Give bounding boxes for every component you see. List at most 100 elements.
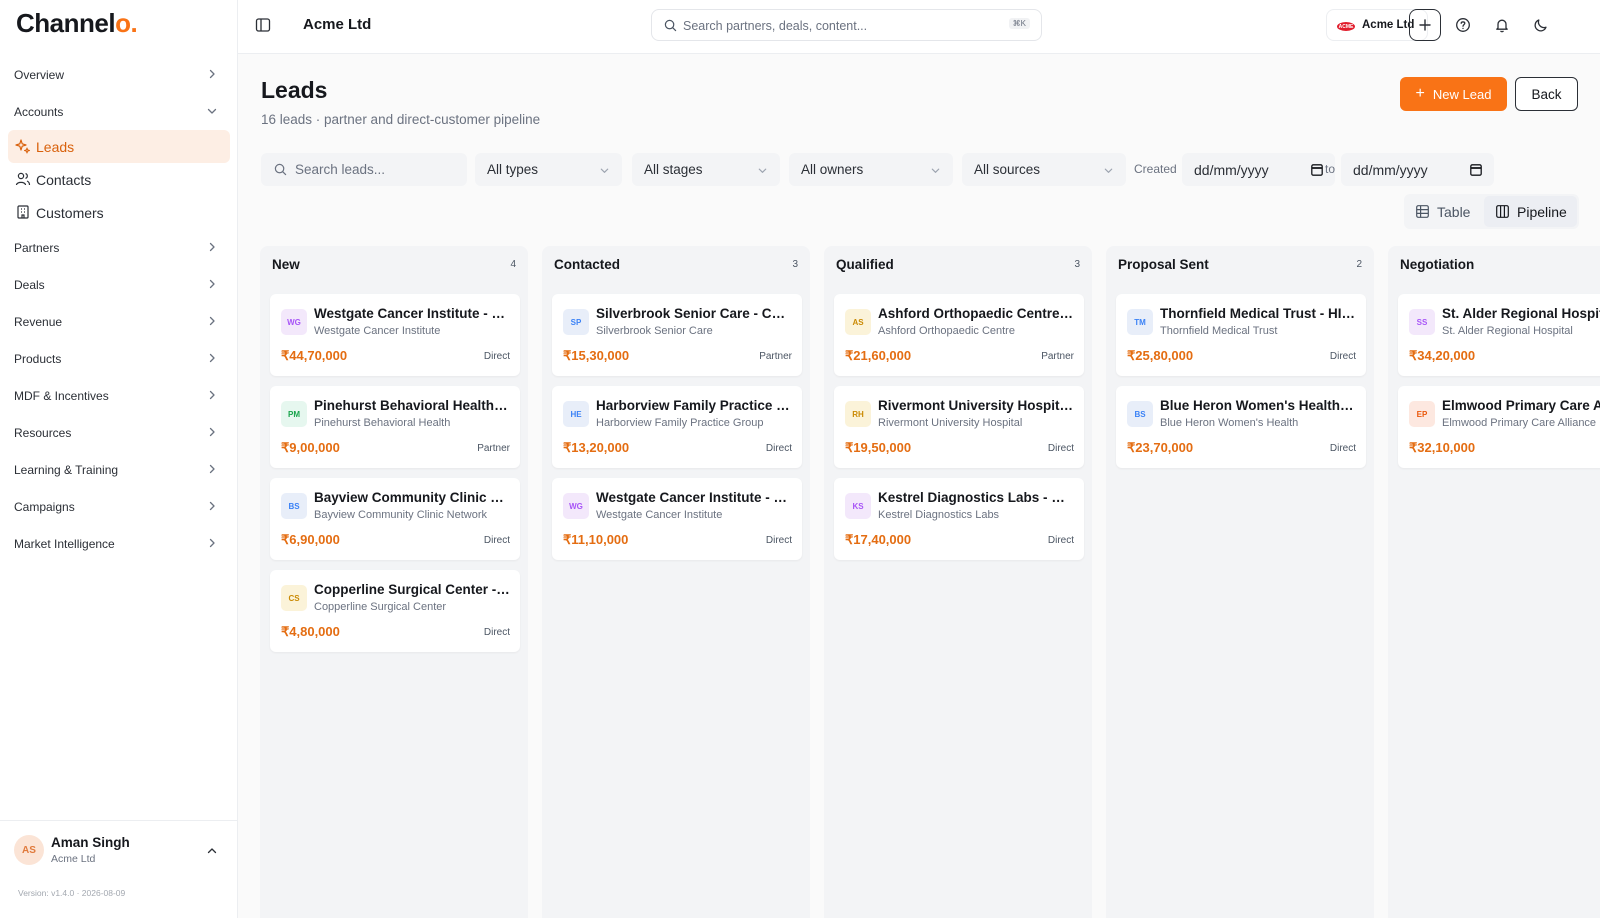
- lead-card[interactable]: SP Silverbrook Senior Care - Care Managem…: [552, 294, 802, 376]
- version-label: Version: v1.4.0 · 2026-08-09: [18, 888, 126, 898]
- lead-card[interactable]: AS Ashford Orthopaedic Centre - Imaging As…: [834, 294, 1084, 376]
- lead-avatar: PM: [281, 401, 307, 427]
- lead-avatar: CS: [281, 585, 307, 611]
- sidebar-item-deals[interactable]: Deals: [0, 266, 238, 303]
- leads-search[interactable]: [261, 153, 467, 186]
- avatar: AS: [14, 835, 44, 865]
- lead-title: Rivermont University Hospital - Analytic…: [878, 398, 1074, 413]
- pipeline-view-button[interactable]: Pipeline: [1484, 196, 1577, 227]
- created-label: Created: [1134, 162, 1177, 176]
- lead-title: Westgate Cancer Institute - Telehealth P…: [314, 306, 510, 321]
- column-count: 3: [1074, 259, 1080, 270]
- lead-card[interactable]: EP Elmwood Primary Care Alliance - Portal…: [1398, 386, 1600, 468]
- column-title: Proposal Sent: [1118, 257, 1209, 272]
- table-view-label: Table: [1437, 203, 1471, 220]
- lead-card[interactable]: SS St. Alder Regional Hospital - EHR Upgr…: [1398, 294, 1600, 376]
- sidebar-item-label: Learning & Training: [14, 462, 119, 477]
- sidebar-item-customers[interactable]: Customers: [8, 196, 230, 229]
- user-menu[interactable]: AS Aman Singh Acme Ltd: [0, 820, 238, 880]
- global-search[interactable]: ⌘K: [651, 9, 1042, 41]
- created-from-date[interactable]: dd/mm/yyyy: [1182, 153, 1335, 186]
- lead-source: Direct: [483, 535, 510, 546]
- sidebar-item-label: Overview: [14, 67, 65, 82]
- sidebar-item-label: Customers: [36, 204, 104, 221]
- sidebar-item-leads[interactable]: Leads: [8, 130, 230, 163]
- owner-filter-select[interactable]: All owners: [789, 153, 953, 186]
- lead-title: Ashford Orthopaedic Centre - Imaging: [878, 306, 1074, 321]
- sparkles-icon: [15, 139, 30, 154]
- chevron-right-icon: [209, 501, 215, 511]
- pipeline-column: Contacted 3 SP Silverbrook Senior Care - Ca…: [542, 246, 810, 918]
- lead-amount: ₹23,70,000: [1127, 440, 1194, 455]
- sidebar-item-learning-training[interactable]: Learning & Training: [0, 451, 238, 488]
- created-to-date[interactable]: dd/mm/yyyy: [1341, 153, 1494, 186]
- lead-amount: ₹15,30,000: [563, 348, 630, 363]
- lead-source: Partner: [477, 443, 510, 454]
- chevron-right-icon: [209, 427, 215, 437]
- sidebar-item-products[interactable]: Products: [0, 340, 238, 377]
- sidebar-item-overview[interactable]: Overview: [0, 56, 238, 93]
- chevron-right-icon: [209, 390, 215, 400]
- page-title: Leads: [261, 77, 328, 103]
- lead-company: Thornfield Medical Trust: [1160, 325, 1278, 337]
- created-to-value: dd/mm/yyyy: [1353, 161, 1428, 178]
- lead-card[interactable]: CS Copperline Surgical Center - Schedulin…: [270, 570, 520, 652]
- lead-amount: ₹34,20,000: [1409, 348, 1476, 363]
- lead-amount: ₹21,60,000: [845, 348, 912, 363]
- lead-card[interactable]: BS Bayview Community Clinic Network - EHR…: [270, 478, 520, 560]
- sidebar-item-campaigns[interactable]: Campaigns: [0, 488, 238, 525]
- brand-logo[interactable]: Channelo.: [16, 8, 138, 39]
- lead-amount: ₹13,20,000: [563, 440, 630, 455]
- leads-search-input[interactable]: [295, 162, 455, 177]
- type-filter-select[interactable]: All types: [475, 153, 622, 186]
- chevron-right-icon: [209, 464, 215, 474]
- theme-toggle-button[interactable]: [1525, 9, 1557, 41]
- create-button[interactable]: [1409, 9, 1441, 41]
- lead-card[interactable]: KS Kestrel Diagnostics Labs - Clinical In…: [834, 478, 1084, 560]
- sidebar-item-market-intelligence[interactable]: Market Intelligence: [0, 525, 238, 562]
- stage-filter-select[interactable]: All stages: [632, 153, 780, 186]
- column-count: 3: [792, 259, 798, 270]
- sidebar-item-label: Contacts: [36, 171, 92, 188]
- chevron-down-icon: [758, 168, 767, 173]
- lead-card[interactable]: WG Westgate Cancer Institute - Telehealth…: [270, 294, 520, 376]
- pipeline-view-label: Pipeline: [1517, 203, 1567, 220]
- sidebar-item-partners[interactable]: Partners: [0, 229, 238, 266]
- back-button[interactable]: Back: [1515, 77, 1578, 111]
- column-title: Contacted: [554, 257, 621, 272]
- sidebar-item-contacts[interactable]: Contacts: [8, 163, 230, 196]
- new-lead-button[interactable]: + New Lead: [1400, 77, 1507, 111]
- new-lead-label: New Lead: [1432, 86, 1492, 102]
- sidebar-item-revenue[interactable]: Revenue: [0, 303, 238, 340]
- lead-card[interactable]: HE Harborview Family Practice Group - Bil…: [552, 386, 802, 468]
- sidebar-item-resources[interactable]: Resources: [0, 414, 238, 451]
- lead-card[interactable]: TM Thornfield Medical Trust - HIPAA Compl…: [1116, 294, 1366, 376]
- pipeline-column: Negotiation SS St. Alder Regional Hospital…: [1388, 246, 1600, 918]
- lead-title: Copperline Surgical Center - Scheduling: [314, 582, 510, 597]
- lead-card[interactable]: BS Blue Heron Women's Health - Patient En…: [1116, 386, 1366, 468]
- lead-amount: ₹44,70,000: [281, 348, 348, 363]
- sidebar-item-accounts[interactable]: Accounts: [0, 93, 238, 130]
- source-filter-select[interactable]: All sources: [962, 153, 1126, 186]
- lead-card[interactable]: RH Rivermont University Hospital - Analyt…: [834, 386, 1084, 468]
- notifications-button[interactable]: [1486, 9, 1518, 41]
- chevron-down-icon: [931, 168, 940, 173]
- help-button[interactable]: [1447, 9, 1479, 41]
- chevron-right-icon: [209, 242, 215, 252]
- lead-amount: ₹19,50,000: [845, 440, 912, 455]
- sidebar-item-label: Campaigns: [14, 499, 75, 514]
- bell-icon: [1496, 19, 1508, 33]
- sidebar-toggle-icon[interactable]: [255, 17, 271, 33]
- lead-card[interactable]: PM Pinehurst Behavioral Health - Patient …: [270, 386, 520, 468]
- sidebar-item-label: MDF & Incentives: [14, 388, 109, 403]
- table-icon: [1416, 205, 1429, 218]
- pipeline-column: Qualified 3 AS Ashford Orthopaedic Centre -…: [824, 246, 1092, 918]
- lead-title: Elmwood Primary Care Alliance - Portal: [1442, 398, 1600, 413]
- lead-avatar: SP: [563, 309, 589, 335]
- lead-avatar: TM: [1127, 309, 1153, 335]
- sidebar-item-label: Resources: [14, 425, 72, 440]
- sidebar-item-mdf-incentives[interactable]: MDF & Incentives: [0, 377, 238, 414]
- lead-card[interactable]: WG Westgate Cancer Institute - Telehealth…: [552, 478, 802, 560]
- lead-source: Direct: [1329, 351, 1356, 362]
- global-search-input[interactable]: [683, 16, 983, 36]
